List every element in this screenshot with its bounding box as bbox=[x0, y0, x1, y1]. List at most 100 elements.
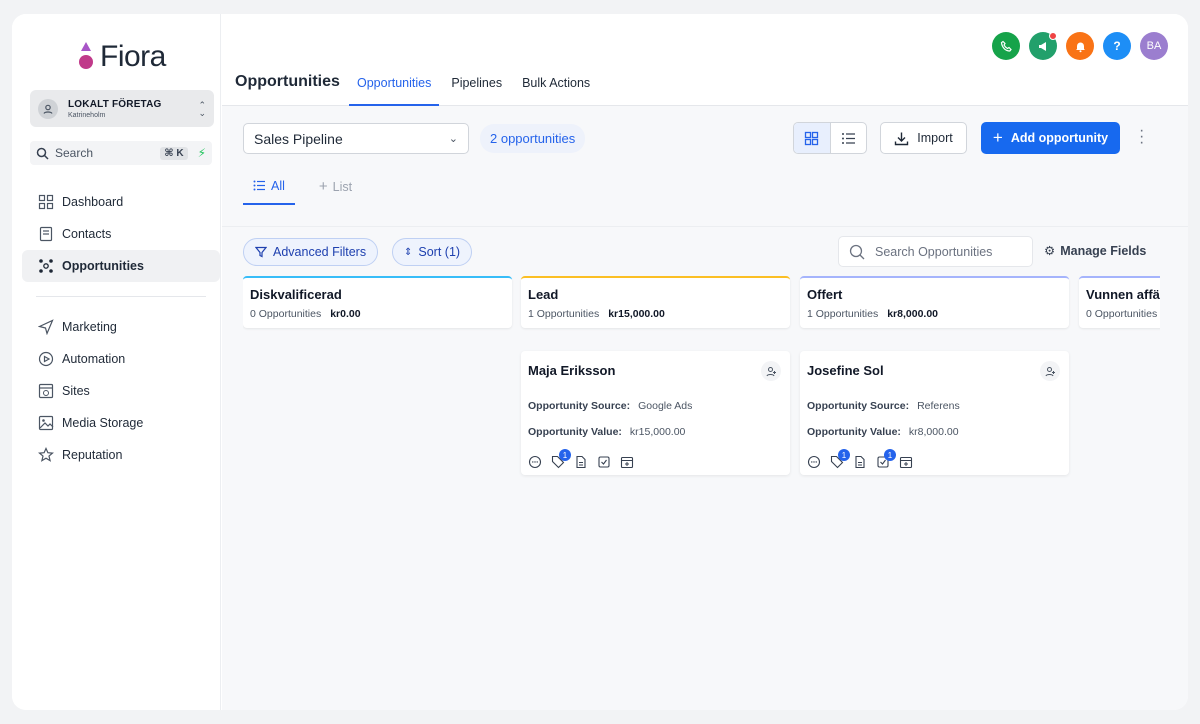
pipeline-select-value: Sales Pipeline bbox=[254, 130, 343, 147]
search-placeholder: Search Opportunities bbox=[875, 244, 993, 259]
bolt-icon[interactable]: ⚡ bbox=[198, 146, 206, 160]
stage-count: 1 Opportunities bbox=[807, 308, 879, 320]
assign-user-icon[interactable] bbox=[1040, 361, 1060, 381]
org-name: LOKALT FÖRETAG bbox=[68, 98, 162, 110]
pipeline-select[interactable]: Sales Pipeline ⌄ bbox=[243, 123, 469, 154]
globe-icon bbox=[38, 383, 54, 399]
chevron-updown-icon: ⌃ ⌄ bbox=[198, 99, 206, 118]
dashboard-icon bbox=[38, 194, 54, 210]
kanban-board: Diskvalificerad 0 Opportunities kr0.00 Le… bbox=[243, 276, 1160, 696]
sidebar-item-reputation[interactable]: Reputation bbox=[22, 439, 220, 471]
sidebar-item-label: Marketing bbox=[62, 320, 117, 334]
stage-count: 0 Opportunities bbox=[250, 308, 322, 320]
org-city: Katrineholm bbox=[68, 111, 106, 119]
search-label: Search bbox=[55, 146, 94, 160]
list-icon bbox=[841, 132, 855, 144]
chat-icon[interactable] bbox=[807, 455, 821, 469]
subtab-all[interactable]: All bbox=[243, 178, 295, 205]
tab-pipelines[interactable]: Pipelines bbox=[443, 70, 510, 106]
import-button[interactable]: Import bbox=[880, 122, 967, 154]
view-subtabs: All + List bbox=[243, 178, 362, 205]
image-icon bbox=[38, 415, 54, 431]
task-count: 1 bbox=[884, 449, 896, 461]
more-options-icon[interactable]: · · · bbox=[1139, 123, 1144, 151]
add-opportunity-button[interactable]: + Add opportunity bbox=[981, 122, 1120, 154]
phone-icon[interactable] bbox=[992, 32, 1020, 60]
opportunity-card[interactable]: Josefine Sol Opportunity Source: Referens… bbox=[800, 351, 1069, 475]
sidebar-item-media-storage[interactable]: Media Storage bbox=[22, 407, 220, 439]
org-avatar-icon bbox=[38, 98, 58, 119]
stage-title: Offert bbox=[807, 287, 843, 302]
help-icon[interactable]: ? bbox=[1103, 32, 1131, 60]
sidebar-item-label: Sites bbox=[62, 384, 90, 398]
sidebar-item-marketing[interactable]: Marketing bbox=[22, 311, 220, 343]
bell-icon[interactable] bbox=[1066, 32, 1094, 60]
gear-icon: ⚙ bbox=[1044, 244, 1056, 258]
chevron-down-icon: ⌄ bbox=[448, 133, 458, 145]
stage-column-header: Vunnen affä 0 Opportunities bbox=[1079, 276, 1160, 328]
opportunity-card[interactable]: Maja Eriksson Opportunity Source: Google … bbox=[521, 351, 790, 475]
add-opportunity-label: Add opportunity bbox=[1010, 131, 1109, 145]
tag-icon[interactable]: 1 bbox=[830, 449, 850, 469]
nav-divider bbox=[36, 296, 206, 297]
sort-icon: ⇕ bbox=[404, 246, 413, 258]
card-contact-name: Josefine Sol bbox=[807, 363, 884, 378]
avatar[interactable]: BA bbox=[1140, 32, 1168, 60]
tag-icon[interactable]: 1 bbox=[551, 449, 571, 469]
sidebar-item-sites[interactable]: Sites bbox=[22, 375, 220, 407]
sidebar: Fiora LOKALT FÖRETAG Katrineholm ⌃ ⌄ Sear… bbox=[12, 14, 221, 710]
list-view-button[interactable] bbox=[831, 123, 867, 153]
stage-title: Lead bbox=[528, 287, 559, 302]
grid-view-button[interactable] bbox=[794, 123, 831, 153]
field-value: kr8,000.00 bbox=[908, 426, 959, 438]
sidebar-item-label: Contacts bbox=[62, 227, 112, 241]
sidebar-item-label: Opportunities bbox=[62, 259, 144, 273]
megaphone-icon[interactable] bbox=[1029, 32, 1057, 60]
contacts-icon bbox=[39, 226, 53, 242]
advanced-filters-label: Advanced Filters bbox=[273, 245, 367, 259]
search-opportunities-input[interactable]: Search Opportunities bbox=[838, 236, 1033, 267]
chat-icon[interactable] bbox=[528, 455, 542, 469]
task-check-icon[interactable] bbox=[597, 455, 611, 469]
sidebar-item-label: Automation bbox=[62, 352, 126, 366]
sidebar-item-dashboard[interactable]: Dashboard bbox=[22, 186, 220, 218]
sidebar-item-opportunities[interactable]: Opportunities bbox=[22, 250, 220, 282]
calendar-add-icon[interactable] bbox=[620, 455, 634, 469]
stage-amount: kr15,000.00 bbox=[608, 308, 665, 320]
task-check-icon[interactable]: 1 bbox=[876, 449, 896, 469]
calendar-add-icon[interactable] bbox=[899, 455, 913, 469]
play-icon bbox=[38, 351, 54, 367]
field-label: Opportunity Source: bbox=[528, 400, 631, 412]
sidebar-item-label: Media Storage bbox=[62, 416, 144, 430]
sidebar-item-contacts[interactable]: Contacts bbox=[22, 218, 220, 250]
document-icon[interactable] bbox=[853, 455, 867, 469]
sidebar-item-label: Dashboard bbox=[62, 195, 124, 209]
subtab-list[interactable]: + List bbox=[309, 178, 362, 205]
document-icon[interactable] bbox=[574, 455, 588, 469]
notification-dot bbox=[1049, 32, 1057, 40]
sort-button[interactable]: ⇕ Sort (1) bbox=[392, 238, 473, 266]
sidebar-item-automation[interactable]: Automation bbox=[22, 343, 220, 375]
assign-user-icon[interactable] bbox=[761, 361, 781, 381]
logo[interactable]: Fiora bbox=[78, 40, 166, 74]
tab-bulk-actions[interactable]: Bulk Actions bbox=[514, 70, 598, 106]
org-switcher[interactable]: LOKALT FÖRETAG Katrineholm ⌃ ⌄ bbox=[30, 90, 214, 127]
page-title: Opportunities bbox=[235, 73, 340, 90]
field-label: Opportunity Value: bbox=[528, 426, 622, 438]
sidebar-search[interactable]: Search ⌘ K ⚡ bbox=[30, 141, 212, 165]
manage-fields-button[interactable]: ⚙ Manage Fields bbox=[1044, 243, 1146, 259]
opportunities-icon bbox=[39, 259, 53, 273]
divider bbox=[222, 226, 1188, 227]
nav-primary: Dashboard Contacts Opportunities bbox=[22, 186, 220, 282]
card-actions: 1 1 bbox=[807, 449, 913, 469]
opportunity-count-badge: 2 opportunities bbox=[480, 124, 586, 153]
grid-icon bbox=[805, 131, 819, 145]
star-icon bbox=[38, 447, 54, 462]
header-tabs: Opportunities Pipelines Bulk Actions bbox=[349, 70, 602, 106]
advanced-filters-button[interactable]: Advanced Filters bbox=[243, 238, 379, 266]
stage-column-header: Diskvalificerad 0 Opportunities kr0.00 bbox=[243, 276, 512, 328]
field-value: Referens bbox=[917, 400, 960, 412]
card-contact-name: Maja Eriksson bbox=[528, 363, 616, 378]
tab-opportunities[interactable]: Opportunities bbox=[349, 70, 440, 106]
sidebar-item-label: Reputation bbox=[62, 448, 123, 462]
